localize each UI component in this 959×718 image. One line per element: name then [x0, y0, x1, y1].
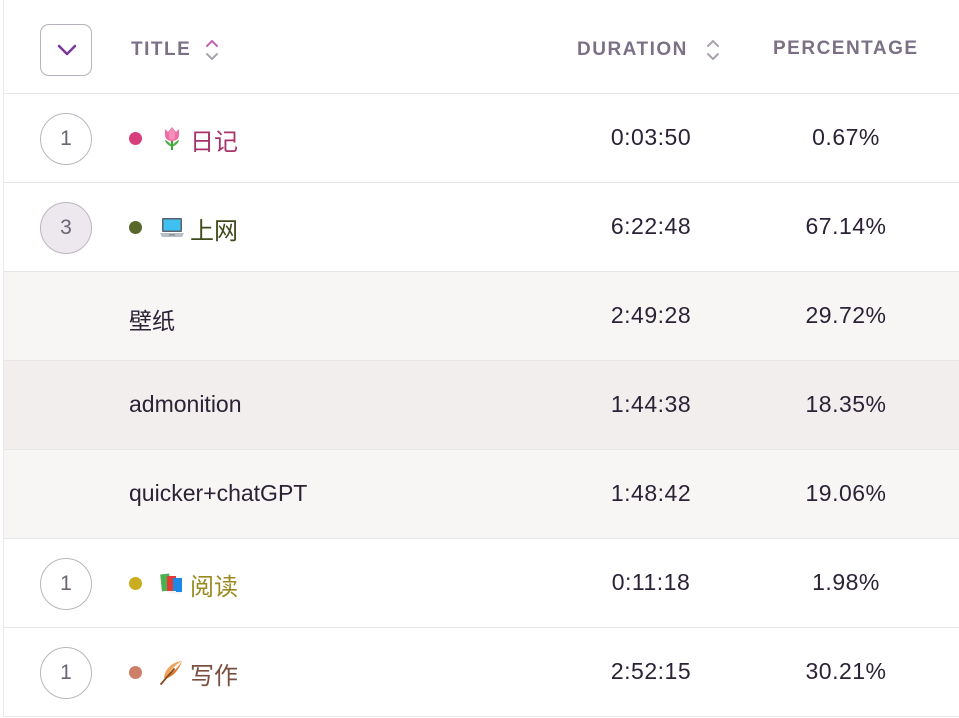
subcategory-name: 壁纸 — [129, 308, 175, 334]
count-badge[interactable]: 1 — [40, 558, 92, 610]
percentage-value: 29.72% — [805, 302, 887, 328]
category-color-dot — [129, 577, 142, 590]
category-color-dot — [129, 132, 142, 145]
books-icon — [160, 573, 182, 594]
category-name: 日记 — [190, 129, 238, 156]
laptop-icon — [160, 218, 184, 237]
category-name: 上网 — [190, 218, 238, 245]
table-row[interactable]: 1 阅读 0:11:18 1.98% — [4, 539, 959, 628]
category-color-dot — [129, 666, 142, 679]
table-row[interactable]: 1 写作 2:52:15 30.21% — [4, 628, 959, 716]
percentage-value: 18.35% — [805, 391, 887, 417]
table-row[interactable]: 3 上网 6:22:48 67.14% — [4, 183, 959, 272]
tulip-icon — [165, 127, 179, 150]
category-color-dot — [129, 221, 142, 234]
count-badge[interactable]: 3 — [40, 202, 92, 254]
duration-column-header[interactable]: DURATION — [577, 38, 720, 62]
duration-value: 1:48:42 — [610, 480, 692, 506]
subcategory-name: admonition — [129, 391, 242, 417]
percentage-value: 67.14% — [805, 213, 887, 239]
subtable-row[interactable]: 壁纸 2:49:28 29.72% — [4, 272, 959, 361]
category-name: 写作 — [190, 663, 238, 690]
sort-updown-icon[interactable] — [706, 38, 720, 62]
duration-value: 2:52:15 — [610, 658, 692, 684]
percentage-value: 1.98% — [812, 569, 880, 595]
count-badge[interactable]: 1 — [40, 113, 92, 165]
table-row[interactable]: 1 日记 0:03:50 0.67% — [4, 94, 959, 183]
chevron-down-icon — [57, 44, 77, 56]
collapse-all-button[interactable] — [40, 24, 92, 76]
count-badge[interactable]: 1 — [40, 647, 92, 699]
category-name: 阅读 — [190, 574, 238, 601]
duration-value: 1:44:38 — [610, 391, 692, 417]
time-tracking-table: TITLE DURATION PERCENTAGE 1 日记 0:03:50 0… — [3, 0, 959, 717]
percentage-value: 0.67% — [812, 124, 880, 150]
duration-value: 0:11:18 — [611, 569, 691, 595]
subcategory-name: quicker+chatGPT — [129, 480, 308, 506]
title-column-header[interactable]: TITLE — [131, 38, 219, 62]
percentage-header-label: PERCENTAGE — [773, 38, 919, 59]
subtable-row[interactable]: quicker+chatGPT 1:48:42 19.06% — [4, 450, 959, 539]
percentage-column-header[interactable]: PERCENTAGE — [773, 38, 919, 60]
percentage-value: 19.06% — [805, 480, 887, 506]
duration-value: 2:49:28 — [610, 302, 692, 328]
duration-value: 6:22:48 — [610, 213, 692, 239]
table-header: TITLE DURATION PERCENTAGE — [4, 0, 959, 94]
title-header-label: TITLE — [131, 39, 192, 60]
percentage-value: 30.21% — [805, 658, 887, 684]
sort-updown-icon[interactable] — [205, 38, 219, 62]
subtable-row[interactable]: admonition 1:44:38 18.35% — [4, 361, 959, 450]
duration-value: 0:03:50 — [610, 124, 692, 150]
feather-icon — [160, 661, 182, 685]
duration-header-label: DURATION — [577, 39, 688, 60]
